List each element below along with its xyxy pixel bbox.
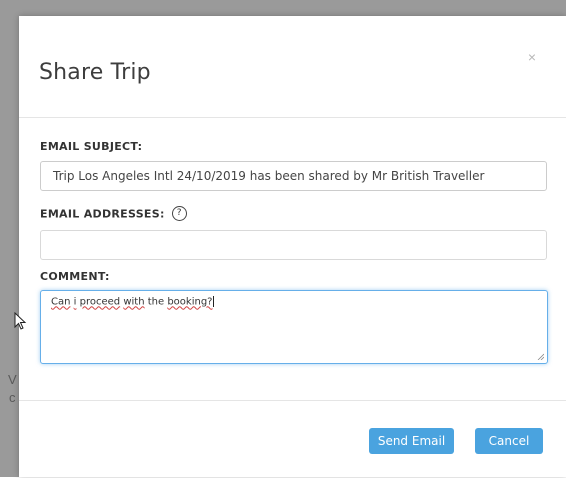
- cancel-button[interactable]: Cancel: [475, 428, 543, 454]
- email-subject-label: EMAIL SUBJECT:: [40, 140, 143, 153]
- comment-word: Can: [51, 296, 71, 308]
- mouse-pointer-icon: [14, 312, 27, 330]
- comment-word: with: [123, 296, 145, 308]
- dialog-title: Share Trip: [39, 60, 151, 85]
- text-caret: [213, 296, 215, 307]
- share-trip-dialog: Share Trip × EMAIL SUBJECT: Trip Los Ang…: [19, 16, 566, 477]
- resize-handle-icon[interactable]: [537, 353, 544, 360]
- background-text-fragment: V: [8, 372, 17, 387]
- close-icon: ×: [527, 49, 537, 65]
- email-addresses-label: EMAIL ADDRESSES: ?: [40, 206, 187, 222]
- dialog-header: Share Trip ×: [19, 16, 566, 118]
- background-text-fragment: c: [9, 390, 16, 405]
- help-icon[interactable]: ?: [171, 206, 187, 221]
- comment-textarea[interactable]: Can i proceed with the booking?: [40, 290, 548, 364]
- comment-word: i: [73, 296, 77, 308]
- dialog-footer: Send Email Cancel: [19, 400, 566, 478]
- comment-word: the: [147, 296, 165, 308]
- send-email-button[interactable]: Send Email: [369, 428, 454, 454]
- email-subject-input[interactable]: Trip Los Angeles Intl 24/10/2019 has bee…: [40, 161, 547, 191]
- email-addresses-label-text: EMAIL ADDRESSES:: [40, 207, 165, 221]
- close-button[interactable]: ×: [524, 49, 540, 65]
- comment-word: proceed: [79, 296, 121, 308]
- email-addresses-input[interactable]: [40, 230, 547, 260]
- comment-word: booking?: [167, 296, 213, 308]
- comment-label: COMMENT:: [40, 270, 110, 283]
